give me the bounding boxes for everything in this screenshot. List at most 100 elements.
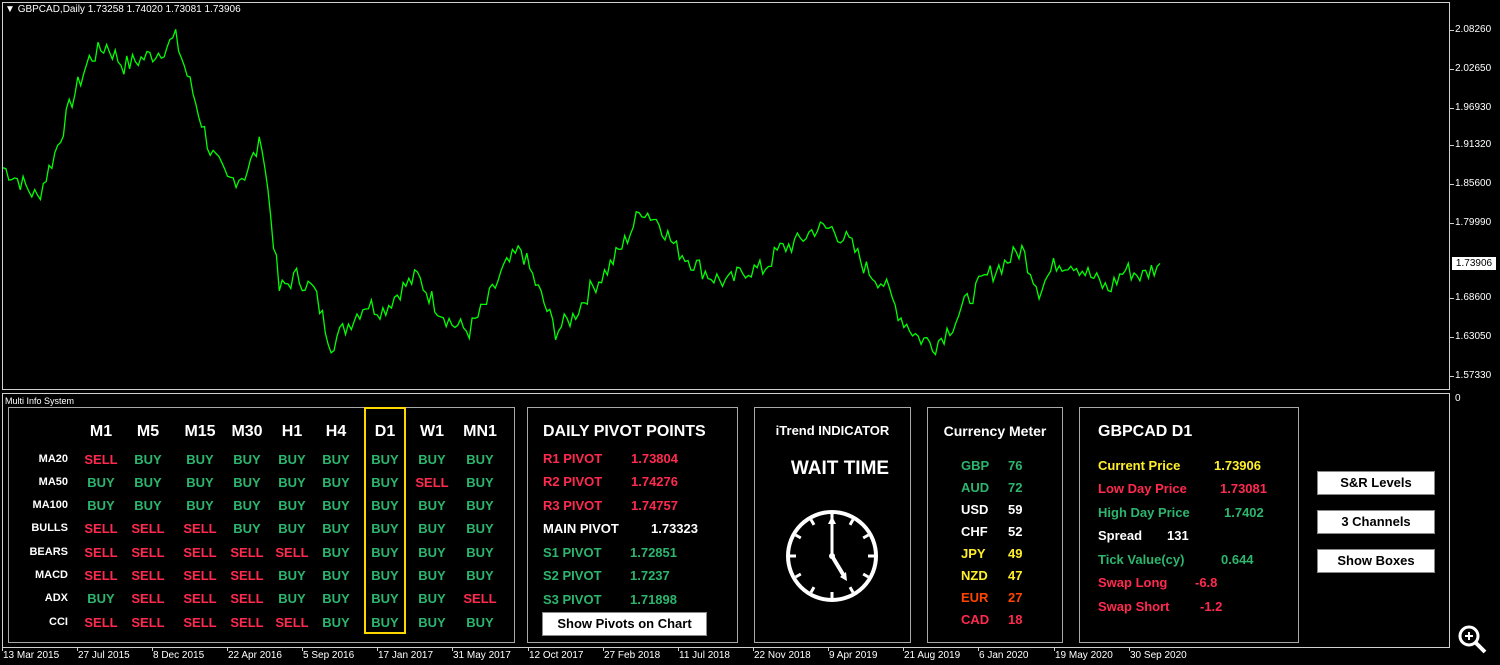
signal-cell: BUY (186, 498, 214, 513)
signal-cell: BUY (233, 521, 261, 536)
timeframe-header: MN1 (463, 423, 497, 440)
currency-meter-panel (927, 407, 1063, 643)
info-value: 131 (1167, 528, 1189, 543)
info-value: 1.73906 (1214, 458, 1261, 473)
x-tick-label: 6 Jan 2020 (979, 650, 1029, 661)
pivot-value: 1.73804 (631, 451, 678, 466)
signal-cell: BUY (278, 498, 306, 513)
pivot-label: S3 PIVOT (543, 592, 602, 607)
signal-cell: SELL (183, 545, 217, 560)
current-price-label: 1.73906 (1452, 257, 1496, 270)
info-label: High Day Price (1098, 505, 1190, 520)
y-tick-mark (1450, 145, 1454, 146)
y-tick-label: 1.63050 (1455, 331, 1492, 342)
x-tick-label: 13 Mar 2015 (3, 650, 60, 661)
signal-cell: BUY (466, 545, 494, 560)
signal-cell: BUY (186, 475, 214, 490)
pivot-value: 1.74276 (631, 474, 678, 489)
sr-levels-button[interactable]: S&R Levels (1317, 471, 1435, 495)
info-value: -1.2 (1200, 599, 1223, 614)
signal-cell: SELL (84, 568, 118, 583)
currency-strength: 18 (1008, 612, 1023, 627)
chart-symbol-info: GBPCAD,Daily 1.73258 1.74020 1.73081 1.7… (17, 4, 241, 15)
currency-code: EUR (961, 590, 989, 605)
x-tick-label: 31 May 2017 (453, 650, 511, 661)
signal-row-label: BEARS (29, 546, 68, 558)
signal-cell: SELL (84, 521, 118, 536)
signal-cell: SELL (84, 452, 118, 467)
x-tick-label: 22 Apr 2016 (228, 650, 282, 661)
signal-cell: BUY (418, 521, 446, 536)
signal-row-label: MA50 (38, 476, 68, 488)
signal-cell: BUY (322, 545, 350, 560)
signal-cell: SELL (131, 615, 165, 630)
show-pivots-button[interactable]: Show Pivots on Chart (542, 612, 707, 636)
currency-strength: 59 (1008, 502, 1023, 517)
show-boxes-button[interactable]: Show Boxes (1317, 549, 1435, 573)
signal-cell: SELL (230, 591, 264, 606)
x-tick-label: 5 Sep 2016 (303, 650, 355, 661)
currency-code: GBP (961, 458, 990, 473)
signal-cell: BUY (418, 615, 446, 630)
signal-cell: BUY (278, 568, 306, 583)
signal-row-label: ADX (44, 592, 68, 604)
y-tick-mark (1450, 376, 1454, 377)
pivot-value: 1.74757 (631, 498, 678, 513)
signal-row-label: MACD (35, 569, 68, 581)
x-tick-label: 30 Sep 2020 (1130, 650, 1187, 661)
y-tick-label: 1.96930 (1455, 102, 1492, 113)
currency-strength: 49 (1008, 546, 1023, 561)
signal-cell: BUY (186, 452, 214, 467)
pivot-label: S2 PIVOT (543, 568, 602, 583)
price-chart-svg (2, 29, 1161, 356)
signal-cell: BUY (371, 591, 399, 606)
y-tick-mark (1450, 69, 1454, 70)
currency-strength: 47 (1008, 568, 1023, 583)
signal-cell: SELL (84, 545, 118, 560)
info-label: Spread (1098, 528, 1143, 543)
signal-cell: SELL (415, 475, 449, 490)
y-tick-mark (1450, 108, 1454, 109)
symbol-info-title: GBPCAD D1 (1098, 423, 1193, 440)
timeframe-header: M1 (89, 423, 113, 440)
signal-cell: BUY (418, 568, 446, 583)
timeframe-header: W1 (420, 423, 444, 440)
x-tick-label: 19 May 2020 (1055, 650, 1113, 661)
signal-cell: BUY (371, 615, 399, 630)
signal-cell: BUY (466, 452, 494, 467)
signal-cell: BUY (134, 498, 162, 513)
x-tick-label: 8 Dec 2015 (153, 650, 205, 661)
clock-icon (786, 510, 878, 602)
zoom-icon[interactable] (1455, 622, 1489, 656)
signal-row-label: MA20 (38, 453, 68, 465)
info-label: Low Day Price (1098, 481, 1187, 496)
signal-cell: BUY (418, 498, 446, 513)
signal-cell: BUY (466, 568, 494, 583)
y-tick-mark (1450, 337, 1454, 338)
y-tick-label: 1.85600 (1455, 178, 1492, 189)
signal-cell: BUY (418, 545, 446, 560)
currency-code: AUD (961, 480, 990, 495)
pivot-value: 1.72851 (630, 545, 677, 560)
signal-cell: BUY (134, 475, 162, 490)
timeframe-header: M5 (136, 423, 160, 440)
signal-row-label: CCI (49, 616, 68, 628)
signal-cell: BUY (134, 452, 162, 467)
signal-cell: BUY (233, 475, 261, 490)
signal-cell: BUY (371, 521, 399, 536)
subwindow-title: Multi Info System (5, 396, 75, 406)
chart-menu-arrow-icon[interactable]: ▼ (5, 4, 15, 15)
signal-cell: BUY (322, 568, 350, 583)
signal-cell: SELL (131, 591, 165, 606)
currency-strength: 76 (1008, 458, 1023, 473)
three-channels-button[interactable]: 3 Channels (1317, 510, 1435, 534)
signal-cell: BUY (87, 475, 115, 490)
x-tick-label: 22 Nov 2018 (754, 650, 811, 661)
y-tick-mark (1450, 30, 1454, 31)
y-tick-label: 2.08260 (1455, 24, 1492, 35)
currency-strength: 52 (1008, 524, 1023, 539)
currency-code: USD (961, 502, 989, 517)
signal-cell: BUY (371, 452, 399, 467)
y-tick-label: 1.79990 (1455, 217, 1492, 228)
signal-cell: SELL (463, 591, 497, 606)
